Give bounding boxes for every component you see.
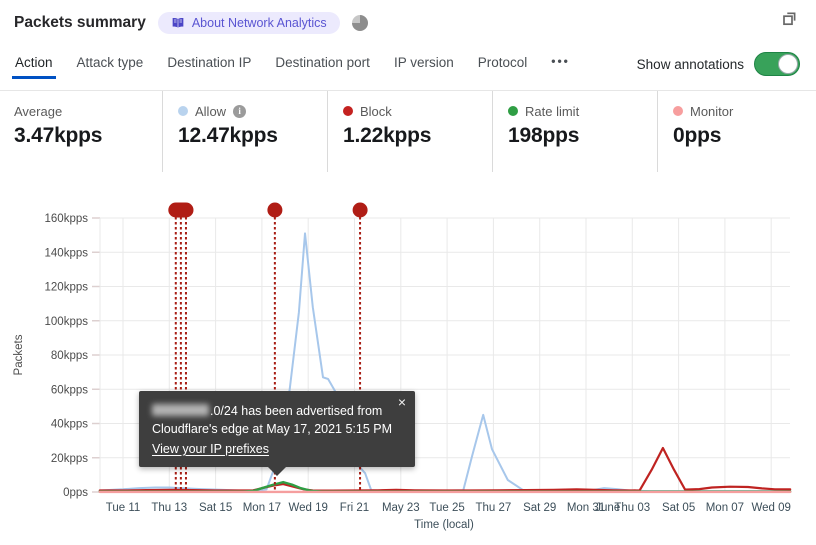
stat-label: Block: [360, 103, 392, 119]
svg-text:Thu 13: Thu 13: [151, 502, 187, 514]
stat-label: Monitor: [690, 103, 734, 119]
annotation-tooltip: × .0/24 has been advertised from Cloudfl…: [139, 391, 415, 476]
stat-value: 3.47kpps: [14, 124, 103, 147]
stat-value: 0pps: [673, 124, 722, 147]
dimension-tabs: Action Attack type Destination IP Destin…: [12, 54, 571, 79]
pie-chart-icon: [351, 15, 368, 31]
svg-text:Tue 11: Tue 11: [106, 502, 141, 514]
tab-destination-port[interactable]: Destination port: [274, 55, 371, 79]
rate-limit-series-dot: [508, 106, 518, 116]
svg-text:120kpps: 120kpps: [45, 282, 89, 294]
overlapping-windows-icon: [783, 12, 796, 26]
svg-text:80kpps: 80kpps: [51, 350, 88, 362]
badge-label: About Network Analytics: [191, 16, 327, 30]
stat-label: Rate limit: [525, 103, 580, 119]
header: Packets summary About Network Analytics: [14, 12, 368, 34]
toggle-knob: [778, 53, 798, 74]
stat-block: Block 1.22kpps: [327, 91, 492, 172]
svg-text:Thu 27: Thu 27: [475, 502, 511, 514]
book-icon: [171, 17, 184, 29]
stats-row: Average 3.47kpps Allow i 12.47kpps Block…: [0, 90, 816, 172]
svg-text:40kpps: 40kpps: [51, 419, 88, 431]
svg-text:Tue 25: Tue 25: [429, 502, 464, 514]
svg-text:Sat 15: Sat 15: [199, 502, 232, 514]
svg-text:Sat 05: Sat 05: [662, 502, 695, 514]
popout-button[interactable]: [781, 10, 798, 30]
svg-text:Sat 29: Sat 29: [523, 502, 556, 514]
monitor-series-dot: [673, 106, 683, 116]
stat-value: 1.22kpps: [343, 124, 432, 147]
show-annotations-label: Show annotations: [636, 56, 744, 72]
stat-label: Allow: [195, 103, 227, 119]
allow-series-dot: [178, 106, 188, 116]
stat-value: 198pps: [508, 124, 580, 147]
view-ip-prefixes-link[interactable]: View your IP prefixes: [152, 440, 269, 458]
tab-action[interactable]: Action: [12, 55, 56, 79]
svg-text:Thu 03: Thu 03: [614, 502, 650, 514]
stat-allow: Allow i 12.47kpps: [162, 91, 327, 172]
page-title: Packets summary: [14, 14, 146, 31]
network-analytics-panel: Packets summary About Network Analytics …: [0, 0, 816, 545]
svg-text:Mon 17: Mon 17: [243, 502, 281, 514]
svg-text:140kpps: 140kpps: [45, 247, 89, 259]
stat-rate-limit: Rate limit 198pps: [492, 91, 657, 172]
svg-text:Time (local): Time (local): [414, 519, 474, 531]
show-annotations-control: Show annotations: [637, 52, 800, 76]
svg-text:100kpps: 100kpps: [45, 316, 89, 328]
svg-text:Fri 21: Fri 21: [340, 502, 369, 514]
annotations-toggle[interactable]: [754, 52, 800, 76]
tab-protocol[interactable]: Protocol: [477, 55, 529, 79]
stat-monitor: Monitor 0pps: [657, 91, 733, 172]
svg-text:0pps: 0pps: [63, 487, 88, 499]
info-icon[interactable]: i: [233, 104, 247, 118]
block-series-dot: [343, 106, 353, 116]
about-network-analytics-badge[interactable]: About Network Analytics: [157, 12, 340, 34]
tab-ip-version[interactable]: IP version: [393, 55, 455, 79]
tooltip-close-button[interactable]: ×: [398, 395, 406, 409]
tab-destination-ip[interactable]: Destination IP: [166, 55, 252, 79]
more-tabs-button[interactable]: •••: [550, 54, 571, 79]
svg-text:Mon 07: Mon 07: [706, 502, 744, 514]
svg-text:Wed 09: Wed 09: [751, 502, 790, 514]
stat-label: Average: [14, 103, 63, 119]
tab-attack-type[interactable]: Attack type: [76, 55, 145, 79]
stat-average: Average 3.47kpps: [14, 91, 162, 172]
tooltip-text: .0/24 has been advertised from Cloudflar…: [152, 404, 393, 436]
redacted-ip-prefix: [152, 404, 209, 416]
svg-text:160kpps: 160kpps: [45, 213, 89, 225]
tooltip-caret: [267, 466, 287, 476]
svg-text:60kpps: 60kpps: [51, 384, 88, 396]
stat-value: 12.47kpps: [178, 124, 278, 147]
svg-text:20kpps: 20kpps: [51, 453, 88, 465]
svg-text:Wed 19: Wed 19: [288, 502, 327, 514]
packets-time-series-chart[interactable]: 0pps 20kpps 40kpps 60kpps 80kpps 100kpps 120kp…: [0, 190, 816, 545]
svg-text:May 23: May 23: [382, 502, 420, 514]
svg-text:Packets: Packets: [13, 334, 25, 375]
